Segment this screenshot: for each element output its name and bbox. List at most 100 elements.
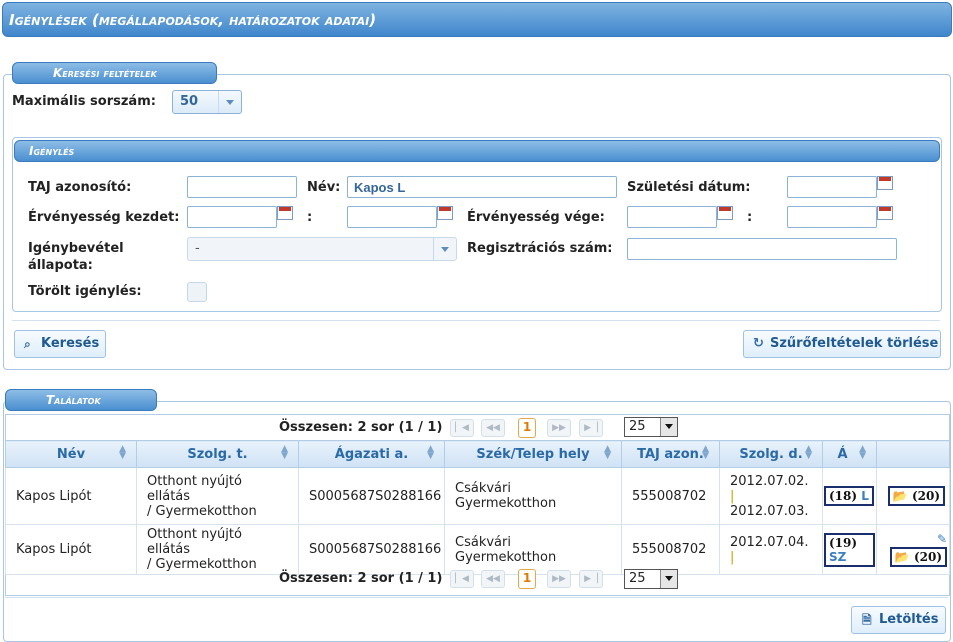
column-header-date[interactable]: Szolg. d. ▲ ▼	[719, 440, 823, 468]
sort-icon: ▲ ▼	[805, 444, 812, 461]
current-page[interactable]: 1	[518, 569, 536, 589]
current-page[interactable]: 1	[518, 418, 536, 438]
download-button-label: Letöltés	[879, 612, 939, 627]
date-from: 2012.07.04.	[730, 534, 809, 550]
first-page-button[interactable]: ▏◀	[450, 570, 474, 588]
next-page-button[interactable]: ▶▶	[547, 570, 571, 588]
folder-icon: 📂	[892, 489, 908, 503]
calendar-icon[interactable]	[717, 206, 733, 220]
edit-icon[interactable]: ✎	[937, 532, 947, 546]
reg-number-input[interactable]	[627, 238, 897, 260]
cell-service-line2: / Gyermekotthon	[147, 557, 257, 572]
cell-name: Kapos Lipót	[5, 524, 137, 575]
state-badge[interactable]: (18) L	[824, 486, 874, 506]
status-select[interactable]: -	[187, 237, 457, 261]
column-header-service[interactable]: Szolg. t. ▲ ▼	[136, 440, 299, 468]
cell-taj: 555008702	[621, 467, 720, 525]
cell-seat: Csákvári Gyermekotthon	[444, 524, 622, 575]
sort-icon: ▲ ▼	[427, 444, 434, 461]
sort-icon: ▲ ▼	[702, 444, 709, 461]
calendar-icon[interactable]	[877, 176, 893, 190]
page-size-select[interactable]: 25	[624, 569, 678, 589]
next-page-button[interactable]: ▶▶	[547, 419, 571, 437]
last-page-button[interactable]: ▶▕	[579, 419, 603, 437]
open-folder-button[interactable]: 📂 (20)	[889, 547, 947, 567]
date-separator: |	[730, 549, 735, 565]
sort-icon: ▲ ▼	[281, 444, 288, 461]
clear-filters-label: Szűrőfeltételek törlése	[770, 336, 939, 351]
range-separator: :	[747, 210, 753, 225]
column-header-seat[interactable]: Szék/Telep hely ▲ ▼	[444, 440, 622, 468]
range-separator: :	[307, 210, 313, 225]
page-size-value: 25	[629, 571, 646, 586]
validity-end-label: Érvényesség vége:	[467, 210, 605, 225]
last-page-button[interactable]: ▶▕	[579, 570, 603, 588]
page-size-value: 25	[629, 419, 646, 434]
open-folder-button[interactable]: 📂 (20)	[887, 486, 945, 506]
state-badge[interactable]: (19) SZ	[824, 532, 875, 567]
chevron-down-icon	[218, 91, 241, 113]
taj-input[interactable]	[187, 176, 297, 198]
validity-end-to-input[interactable]	[787, 206, 877, 228]
page-header: Igénylések (megállapodások, határozatok …	[2, 2, 952, 37]
date-separator: |	[730, 488, 735, 504]
sort-icon: ▲ ▼	[859, 444, 866, 461]
cell-seat: Csákvári Gyermekotthon	[444, 467, 622, 525]
max-count-select[interactable]: 50	[172, 90, 242, 114]
clear-filters-button[interactable]: ↻ Szűrőfeltételek törlése	[743, 330, 941, 358]
search-button[interactable]: ⌕ Keresés	[14, 330, 106, 358]
column-header-state[interactable]: Á ▲ ▼	[822, 440, 877, 468]
cell-name: Kapos Lipót	[5, 467, 137, 525]
cell-state: (19) SZ	[822, 524, 877, 575]
birth-date-input[interactable]	[787, 176, 877, 198]
column-header-label: Szolg. d.	[739, 446, 803, 462]
state-code: SZ	[829, 549, 847, 564]
calendar-icon[interactable]	[277, 206, 293, 220]
page-size-select[interactable]: 25	[624, 417, 678, 437]
prev-page-button[interactable]: ◀◀	[481, 570, 505, 588]
validity-end-from-input[interactable]	[627, 206, 717, 228]
search-icon: ⌕	[24, 337, 31, 351]
table-row[interactable]: Kapos Lipót Otthont nyújtó ellátás / Gyer…	[5, 467, 950, 525]
cell-date: 2012.07.02. | 2012.07.03.	[719, 467, 823, 525]
validity-start-from-input[interactable]	[187, 206, 277, 228]
status-label-line2: állapota:	[28, 258, 93, 273]
claim-legend: Igénylés	[14, 140, 940, 162]
column-header-label: Szolg. t.	[187, 446, 248, 462]
column-header-label: Á	[837, 446, 848, 462]
cell-seat-line2: Gyermekotthon	[455, 549, 557, 565]
deleted-checkbox[interactable]	[187, 282, 207, 302]
first-page-button[interactable]: ▏◀	[450, 419, 474, 437]
validity-start-label: Érvényesség kezdet:	[28, 210, 180, 225]
cell-actions: 📂 (20)	[876, 467, 950, 525]
state-code: L	[861, 489, 869, 503]
name-input[interactable]	[347, 176, 617, 198]
cell-sector: S0005687S0288166	[298, 524, 445, 575]
results-table: Név ▲ ▼ Szolg. t. ▲ ▼ Ágazati a. ▲ ▼ Szék/Tele…	[5, 440, 950, 575]
column-header-taj[interactable]: TAJ azon. ▲ ▼	[621, 440, 720, 468]
calendar-icon[interactable]	[437, 206, 453, 220]
column-header-actions	[876, 440, 950, 468]
column-header-name[interactable]: Név ▲ ▼	[5, 440, 137, 468]
deleted-label: Törölt igénylés:	[28, 284, 142, 299]
column-header-label: TAJ azon.	[637, 446, 704, 462]
chevron-down-icon	[433, 238, 456, 260]
calendar-icon[interactable]	[877, 206, 893, 220]
state-number: (19)	[829, 535, 858, 550]
table-row[interactable]: Kapos Lipót Otthont nyújtó ellátás / Gyer…	[5, 524, 950, 575]
download-button[interactable]: 🗎 Letöltés	[851, 606, 946, 634]
chevron-down-icon	[660, 418, 677, 436]
cell-service-line2: / Gyermekotthon	[147, 503, 257, 519]
validity-start-to-input[interactable]	[347, 206, 437, 228]
prev-page-button[interactable]: ◀◀	[481, 419, 505, 437]
state-number: (18)	[829, 489, 858, 503]
divider	[12, 320, 940, 321]
status-value: -	[195, 241, 200, 256]
cell-service: Otthont nyújtó ellátás / Gyermekotthon	[136, 524, 299, 575]
cell-service-line1: Otthont nyújtó ellátás	[147, 473, 242, 504]
results-summary-bottom: Összesen: 2 sor (1 / 1)	[279, 571, 443, 586]
cell-service-line1: Otthont nyújtó ellátás	[147, 527, 242, 557]
cell-date: 2012.07.04. |	[719, 524, 823, 575]
column-header-sector[interactable]: Ágazati a. ▲ ▼	[298, 440, 445, 468]
date-from: 2012.07.02.	[730, 473, 809, 489]
